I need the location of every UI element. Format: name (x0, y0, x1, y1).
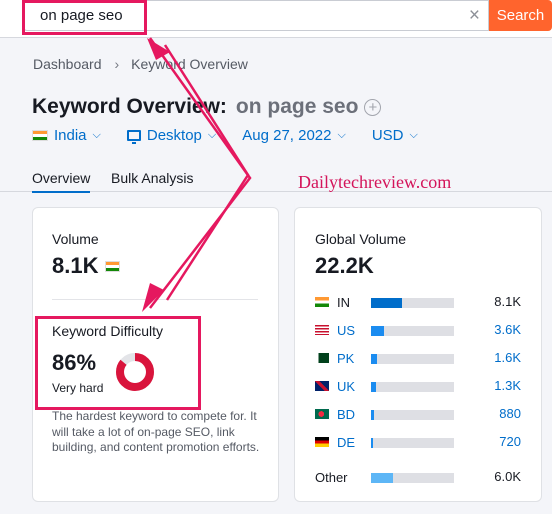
country-row[interactable]: PK 1.6K (315, 350, 521, 366)
breadcrumb: Dashboard › Keyword Overview (33, 56, 248, 72)
volume-bar-fill (371, 438, 374, 448)
desktop-icon (126, 130, 141, 144)
us-flag-icon (315, 325, 329, 335)
divider (52, 299, 258, 300)
volume-label: Volume (52, 231, 99, 247)
country-volume-value[interactable]: 3.6K (494, 322, 521, 337)
country-row[interactable]: DE 720 (315, 434, 521, 450)
volume-bar (371, 438, 454, 448)
country-volume-value[interactable]: 1.6K (494, 350, 521, 365)
breadcrumb-current: Keyword Overview (131, 56, 248, 72)
device-filter-label: Desktop (146, 127, 202, 144)
volume-bar (371, 382, 454, 392)
country-code-label: US (336, 322, 355, 338)
country-code-label: PK (337, 350, 355, 366)
country-row[interactable]: UK 1.3K (315, 378, 521, 394)
volume-bar-fill (371, 354, 377, 364)
country-code: DE (315, 435, 355, 450)
volume-bar (371, 410, 454, 420)
breadcrumb-home[interactable]: Dashboard (33, 56, 102, 72)
chevron-down-icon: ⌵ (92, 129, 101, 141)
volume-value: 8.1K (52, 253, 99, 278)
country-volume-value[interactable]: 720 (499, 434, 521, 449)
volume-bar-fill (371, 410, 375, 420)
in-flag-icon (315, 297, 329, 307)
country-code: UK (315, 379, 355, 394)
volume-bar (371, 473, 454, 483)
other-label: Other (315, 469, 348, 485)
other-value: 6.0K (494, 469, 521, 484)
add-circle-icon[interactable]: + (364, 98, 382, 116)
volume-bar (371, 298, 454, 308)
uk-flag-icon (315, 381, 329, 391)
currency-filter-label: USD (371, 127, 404, 144)
india-flag-icon (32, 130, 48, 141)
country-volume-value: 8.1K (494, 294, 521, 309)
watermark: Dailytechreview.com (298, 172, 452, 192)
india-flag-icon (105, 260, 121, 272)
country-row[interactable]: US 3.6K (315, 322, 521, 338)
page-title-keyword: on page seo (235, 95, 359, 118)
country-volume-value[interactable]: 880 (499, 406, 521, 421)
page-title: Keyword Overview: on page seo + (32, 95, 382, 119)
bd-flag-icon (315, 409, 329, 419)
country-filter[interactable]: India ⌵ (32, 127, 101, 144)
tab-bar: Overview Bulk Analysis (0, 162, 552, 193)
volume-bar-fill (371, 382, 376, 392)
volume-bar-fill (371, 326, 385, 336)
chevron-down-icon: ⌵ (207, 129, 217, 141)
country-code: US (315, 323, 355, 338)
chevron-down-icon: ⌵ (409, 129, 418, 141)
page-title-text: Keyword Overview: (32, 95, 227, 118)
currency-filter[interactable]: USD ⌵ (372, 127, 418, 144)
volume-bar-fill (371, 298, 402, 308)
device-filter[interactable]: Desktop ⌵ (126, 127, 217, 144)
volume-bar-fill (371, 473, 394, 483)
country-code: IN (315, 295, 355, 310)
chevron-down-icon: ⌵ (337, 129, 346, 141)
tab-bulk-analysis[interactable]: Bulk Analysis (111, 170, 193, 186)
country-row[interactable]: IN 8.1K (315, 294, 521, 310)
highlight-search-box (22, 0, 147, 35)
search-button[interactable]: Search (489, 0, 552, 31)
country-code: BD (315, 407, 355, 422)
highlight-kd-box (35, 316, 201, 410)
tab-overview[interactable]: Overview (32, 170, 91, 193)
close-icon[interactable]: × (469, 5, 480, 27)
country-filter-label: India (54, 127, 87, 144)
date-filter-label: Aug 27, 2022 (242, 127, 332, 144)
country-row[interactable]: BD 880 (315, 406, 521, 422)
country-code-label: BD (336, 406, 355, 422)
filters-bar: India ⌵ Desktop ⌵ Aug 27, 2022 ⌵ USD ⌵ (32, 127, 444, 144)
global-volume-value: 22.2K (315, 253, 374, 278)
kd-description: The hardest keyword to compete for. It w… (52, 409, 260, 454)
chevron-right-icon: › (114, 56, 120, 72)
country-code-label: UK (336, 378, 355, 394)
country-volume-value[interactable]: 1.3K (494, 378, 521, 393)
volume-bar (371, 326, 454, 336)
volume-bar (371, 354, 454, 364)
country-row-other: Other 6.0K (315, 469, 521, 485)
country-code: PK (315, 351, 355, 366)
de-flag-icon (315, 437, 329, 447)
global-volume-label: Global Volume (315, 231, 407, 247)
country-code-label: DE (336, 434, 355, 450)
pk-flag-icon (315, 353, 329, 363)
country-code-label: IN (337, 294, 350, 310)
date-filter[interactable]: Aug 27, 2022 ⌵ (242, 127, 346, 144)
